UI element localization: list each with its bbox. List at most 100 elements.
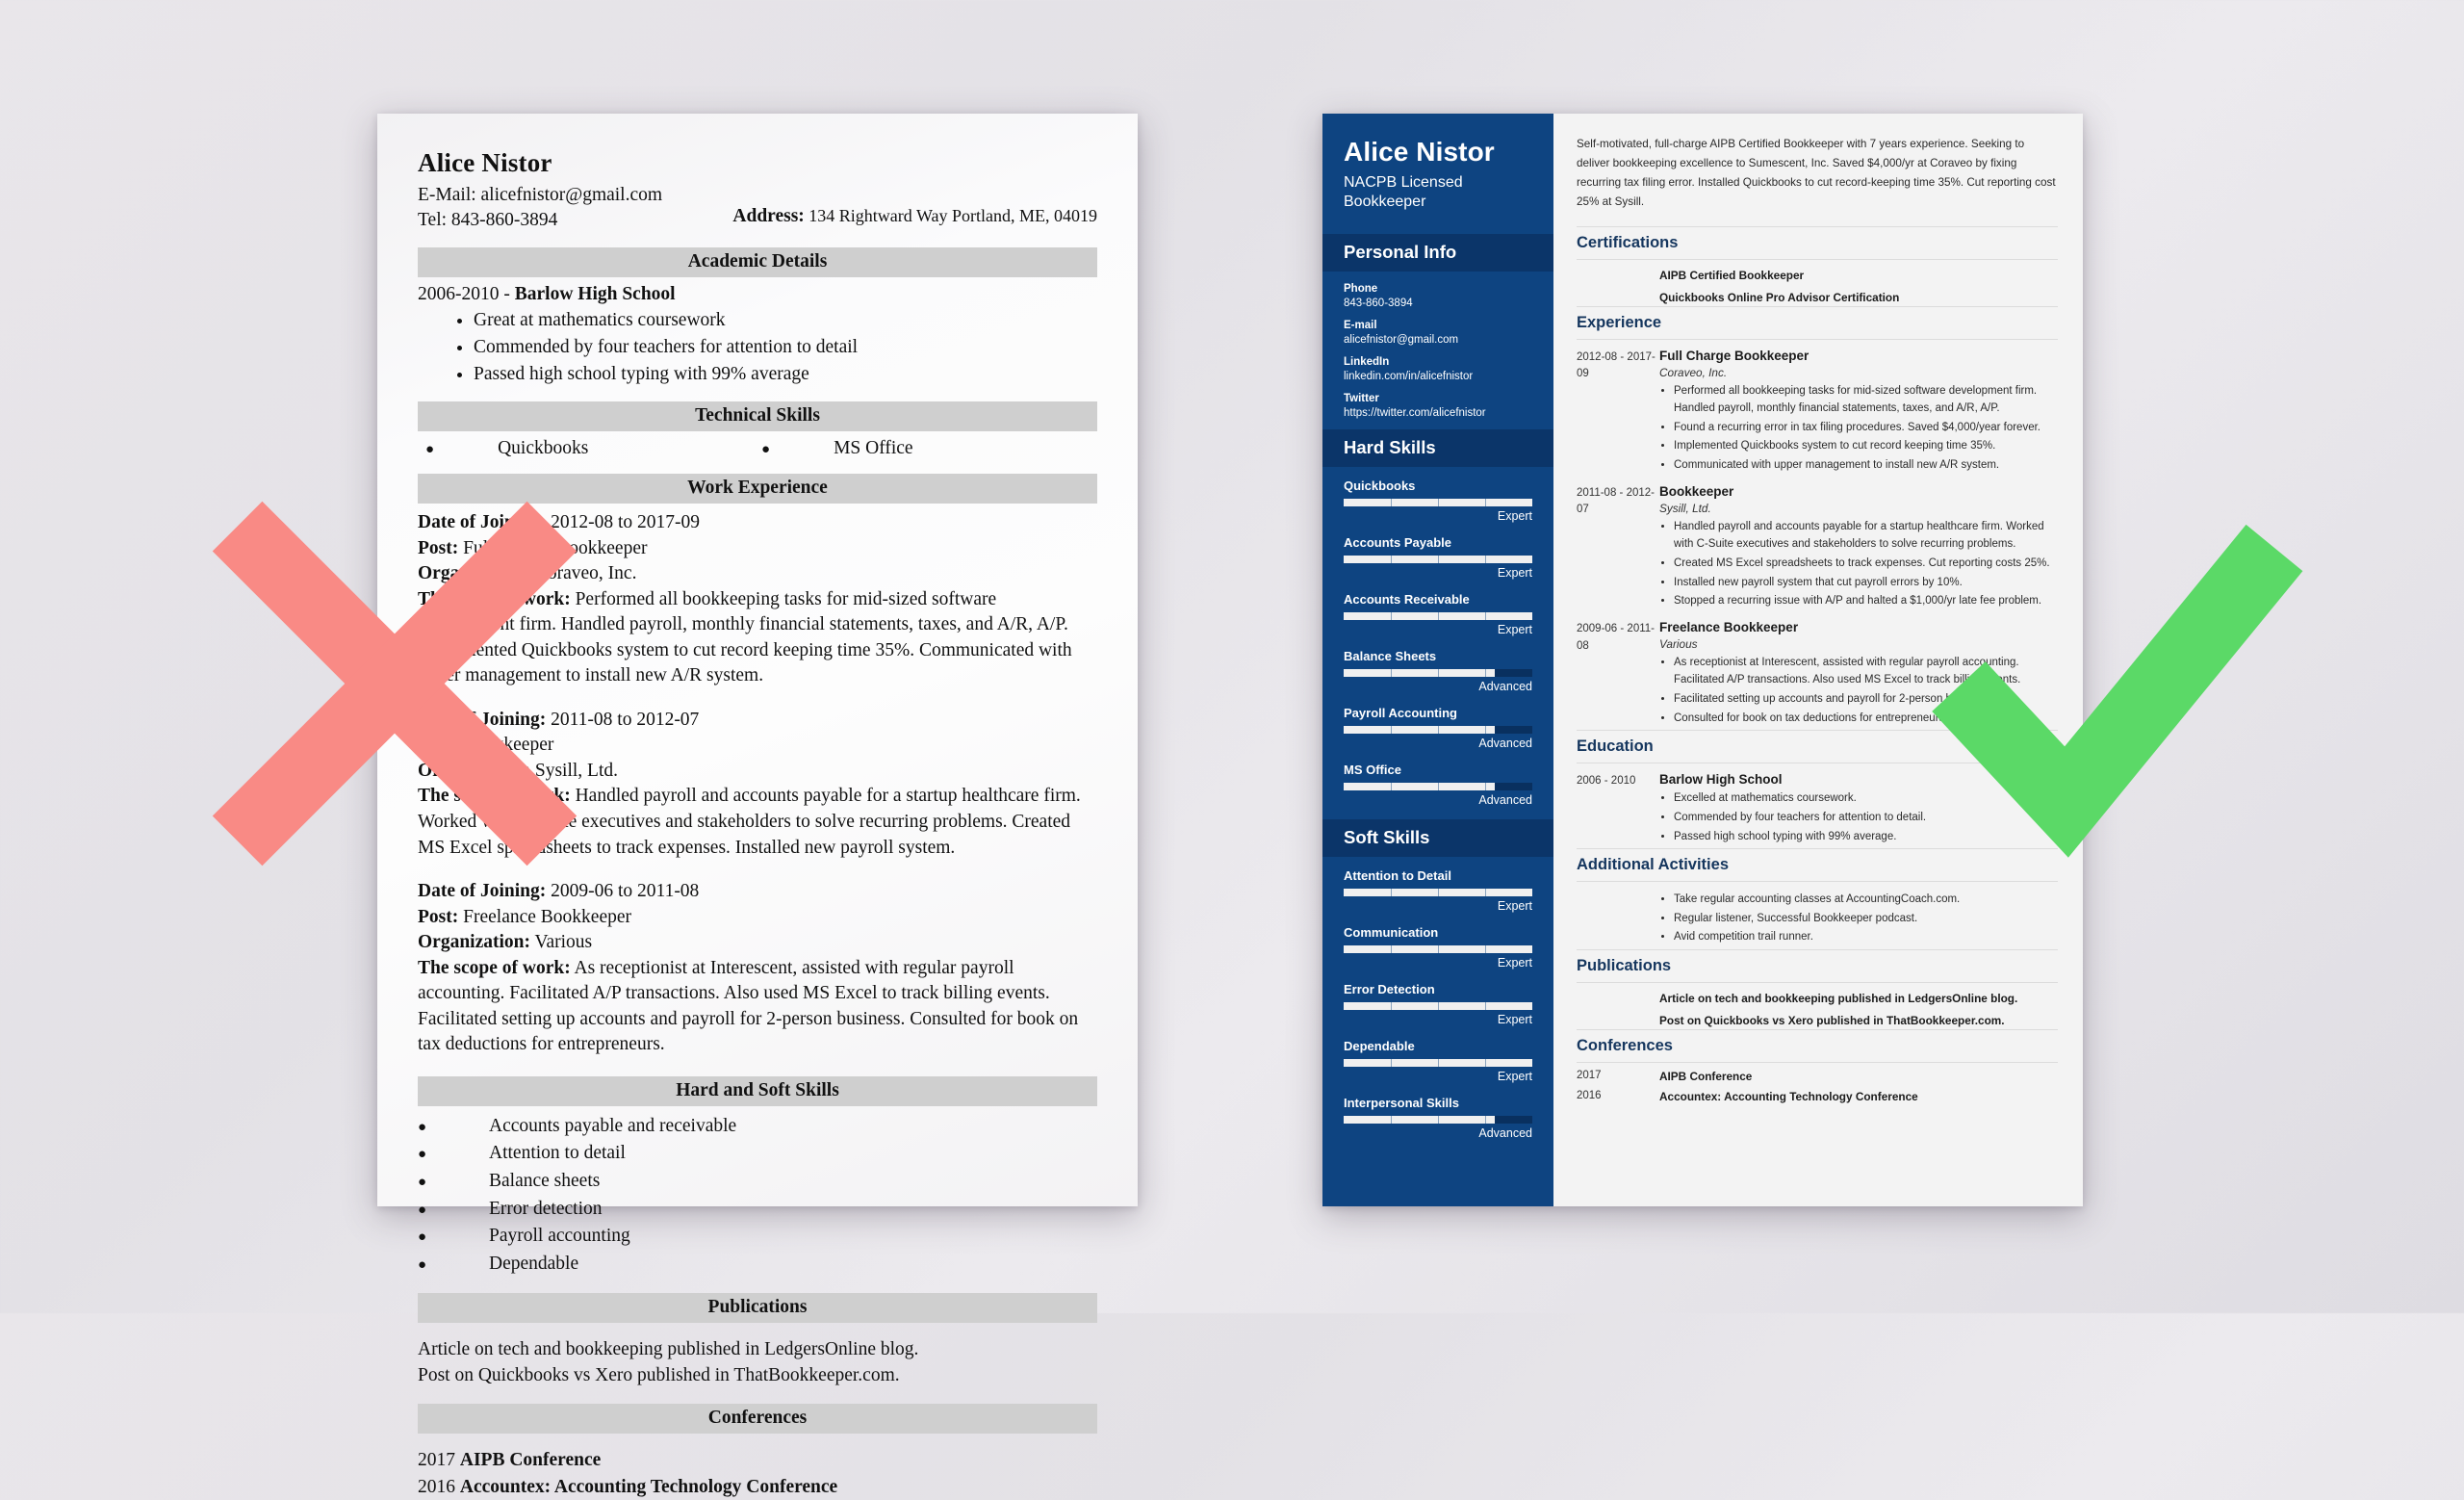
bad-job-scope: The scope of work: Performed all bookkee… — [418, 588, 1072, 686]
bad-resume-address-value: 134 Rightward Way Portland, ME, 04019 — [808, 206, 1097, 226]
personal-info-value[interactable]: linkedin.com/in/alicefnistor — [1344, 371, 1532, 382]
bullet-dot-icon: ● — [418, 1119, 427, 1135]
certification-item: AIPB Certified Bookkeeper — [1577, 260, 2058, 282]
additional-bullets: Take regular accounting classes at Accou… — [1659, 891, 2058, 946]
bullet-dot-icon: ● — [418, 1202, 427, 1218]
skill-name: Payroll Accounting — [1344, 705, 1457, 720]
conference-year: 2016 — [418, 1476, 460, 1497]
bullet-dot-icon: ● — [418, 1229, 427, 1246]
skill-level-bar — [1344, 1115, 1532, 1124]
skill-name: Interpersonal Skills — [1344, 1095, 1459, 1110]
experience-title: Freelance Bookkeeper — [1659, 619, 1799, 634]
skill-name: MS Office — [1344, 762, 1401, 777]
bad-job-dates: Date of Joining: 2012-08 to 2017-09 — [418, 512, 701, 533]
bad-skill-label: Accounts payable and receivable — [489, 1115, 737, 1136]
bad-skill-label: Error detection — [489, 1198, 603, 1219]
bad-academic-bullets: Great at mathematics coursework Commende… — [418, 307, 1097, 387]
personal-info-field: Twitter https://twitter.com/alicefnistor — [1322, 393, 1553, 419]
list-item: ● Balance sheets — [418, 1168, 1097, 1196]
education-title: Barlow High School — [1659, 772, 1783, 788]
hard-skill-item: Quickbooks Expert — [1322, 478, 1553, 523]
bad-school-years: 2006-2010 - — [418, 284, 515, 305]
skill-name: Dependable — [1344, 1038, 1415, 1053]
skill-level-label: Advanced — [1478, 736, 1532, 750]
conference-name: AIPB Conference — [459, 1449, 602, 1470]
skill-level-bar — [1344, 944, 1532, 953]
list-item: 2017 AIPB Conference — [418, 1447, 1097, 1474]
experience-title: Full Charge Bookkeeper — [1659, 348, 1810, 363]
list-item: Found a recurring error in tax filing pr… — [1674, 419, 2058, 437]
publication-text: Article on tech and bookkeeping publishe… — [1659, 992, 2018, 1005]
skill-level-label: Expert — [1497, 955, 1532, 970]
list-item: ● Payroll accounting — [418, 1223, 1097, 1251]
personal-info-label: Phone — [1344, 282, 1378, 295]
bad-work-experience-list: Date of Joining: 2012-08 to 2017-09 Post… — [418, 510, 1097, 1057]
bullet-dot-icon: ● — [418, 1256, 427, 1273]
personal-info-list: Phone 843-860-3894 E-mail alicefnistor@g… — [1322, 283, 1553, 419]
skill-level-bar — [1344, 888, 1532, 896]
bad-job-scope: The scope of work: As receptionist at In… — [418, 957, 1079, 1055]
good-resume-main-column: Self-motivated, full-charge AIPB Certifi… — [1553, 114, 2083, 1206]
bad-conferences: 2017 AIPB Conference 2016 Accountex: Acc… — [418, 1447, 1097, 1500]
personal-info-value[interactable]: alicefnistor@gmail.com — [1344, 334, 1532, 346]
skill-level-label: Expert — [1497, 1069, 1532, 1083]
list-item: As receptionist at Interescent, assisted… — [1674, 654, 2058, 689]
skill-level-label: Advanced — [1478, 1125, 1532, 1140]
bad-section-technical-heading: Technical Skills — [418, 401, 1097, 432]
list-item: Post on Quickbooks vs Xero published in … — [418, 1365, 900, 1386]
bad-job-entry: Date of Joining: 2011-08 to 2012-07 Post… — [418, 708, 1097, 861]
personal-info-value[interactable]: 843-860-3894 — [1344, 297, 1532, 309]
list-item: ● Accounts payable and receivable — [418, 1113, 1097, 1141]
bad-resume-document: Alice Nistor E-Mail: alicefnistor@gmail.… — [377, 114, 1138, 1497]
publication-item: Article on tech and bookkeeping publishe… — [1577, 983, 2058, 1005]
bad-resume-address: Address: 134 Rightward Way Portland, ME,… — [732, 206, 1097, 227]
hard-skill-item: Balance Sheets Advanced — [1322, 649, 1553, 693]
list-item: Passed high school typing with 99% avera… — [1674, 828, 2058, 846]
skill-name: Accounts Receivable — [1344, 591, 1470, 607]
conference-name: Accountex: Accounting Technology Confere… — [459, 1476, 838, 1497]
conference-item: 2017 AIPB Conference — [1577, 1063, 2058, 1083]
bad-job-dates: Date of Joining: 2011-08 to 2012-07 — [418, 709, 700, 730]
list-item: Communicated with upper management to in… — [1674, 456, 2058, 475]
bullet-dot-icon: ● — [425, 442, 435, 458]
section-heading-publications: Publications — [1577, 949, 2058, 983]
skill-level-bar — [1344, 668, 1532, 677]
section-heading-experience: Experience — [1577, 305, 2058, 340]
bad-job-dates: Date of Joining: 2009-06 to 2011-08 — [418, 881, 700, 902]
good-resume-sidebar: Alice Nistor NACPB Licensed Bookkeeper P… — [1322, 114, 1553, 1206]
bad-section-work-heading: Work Experience — [418, 474, 1097, 504]
conference-name: Accountex: Accounting Technology Confere… — [1659, 1090, 1918, 1103]
section-heading-certifications: Certifications — [1577, 225, 2058, 260]
bad-section-publications-heading: Publications — [418, 1292, 1097, 1323]
list-item: Implemented Quickbooks system to cut rec… — [1674, 437, 2058, 455]
publications-list: Article on tech and bookkeeping publishe… — [1577, 983, 2058, 1027]
skill-name: Attention to Detail — [1344, 867, 1451, 883]
bad-school-line: 2006-2010 - Barlow High School — [418, 284, 1097, 305]
bad-skill-label: Attention to detail — [489, 1143, 626, 1164]
comparison-canvas: Alice Nistor E-Mail: alicefnistor@gmail.… — [0, 0, 2464, 1497]
skill-name: Balance Sheets — [1344, 648, 1437, 663]
bad-skill-label: Dependable — [489, 1253, 579, 1274]
soft-skill-item: Dependable Expert — [1322, 1039, 1553, 1083]
list-item: ● Attention to detail — [418, 1140, 1097, 1168]
experience-dates: 2011-08 - 2012-07 — [1577, 486, 1655, 516]
conference-year: 2017 — [418, 1449, 460, 1470]
certification-name: Quickbooks Online Pro Advisor Certificat… — [1659, 290, 1900, 304]
bad-publications: Article on tech and bookkeeping publishe… — [418, 1336, 1097, 1389]
soft-skill-item: Error Detection Expert — [1322, 982, 1553, 1026]
bad-skill-label: Payroll accounting — [489, 1226, 630, 1247]
experience-organization: Coraveo, Inc. — [1659, 365, 1728, 379]
conference-year: 2017 — [1577, 1070, 1602, 1081]
soft-skill-item: Communication Expert — [1322, 925, 1553, 970]
bad-skills-list: ● Accounts payable and receivable ● Attent… — [418, 1113, 1097, 1279]
bullet-dot-icon: ● — [418, 1174, 427, 1190]
section-heading-education: Education — [1577, 730, 2058, 764]
experience-dates: 2009-06 - 2011-08 — [1577, 622, 1655, 652]
bad-job-scope: The scope of work: Handled payroll and a… — [418, 786, 1081, 858]
personal-info-value[interactable]: https://twitter.com/alicefnistor — [1344, 407, 1532, 419]
skill-level-label: Advanced — [1478, 792, 1532, 807]
bad-resume-email: E-Mail: alicefnistor@gmail.com — [418, 185, 663, 205]
list-item: Great at mathematics coursework — [474, 307, 1097, 334]
personal-info-field: LinkedIn linkedin.com/in/alicefnistor — [1322, 356, 1553, 382]
bullet-dot-icon: ● — [761, 442, 771, 458]
